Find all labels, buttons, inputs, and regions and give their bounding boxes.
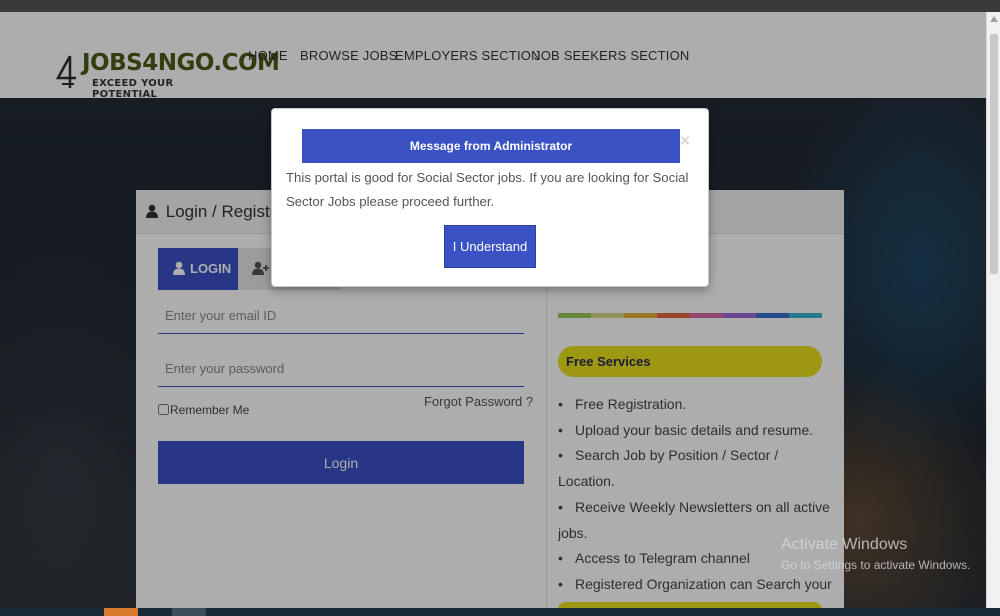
close-icon[interactable]: × xyxy=(680,131,690,151)
watermark-subtitle: Go to Settings to activate Windows. xyxy=(781,558,971,572)
page-scrollbar[interactable] xyxy=(986,12,1000,608)
scrollbar-thumb[interactable] xyxy=(990,34,998,274)
taskbar-app-icon[interactable] xyxy=(104,608,138,616)
i-understand-button[interactable]: I Understand xyxy=(444,225,536,268)
modal-backdrop[interactable] xyxy=(0,12,986,608)
admin-message-dialog: Message from Administrator × This portal… xyxy=(271,108,709,287)
os-taskbar xyxy=(0,608,1000,616)
taskbar-app-icon[interactable] xyxy=(172,608,206,616)
scroll-up-icon[interactable] xyxy=(990,16,998,22)
dialog-header: Message from Administrator xyxy=(302,129,680,163)
watermark-title: Activate Windows xyxy=(781,536,908,553)
browser-top-bar xyxy=(0,0,1000,12)
dialog-title: Message from Administrator xyxy=(409,139,573,153)
dialog-message: This portal is good for Social Sector jo… xyxy=(286,170,689,209)
activate-windows-watermark: Activate Windows Go to Settings to activ… xyxy=(781,536,970,572)
